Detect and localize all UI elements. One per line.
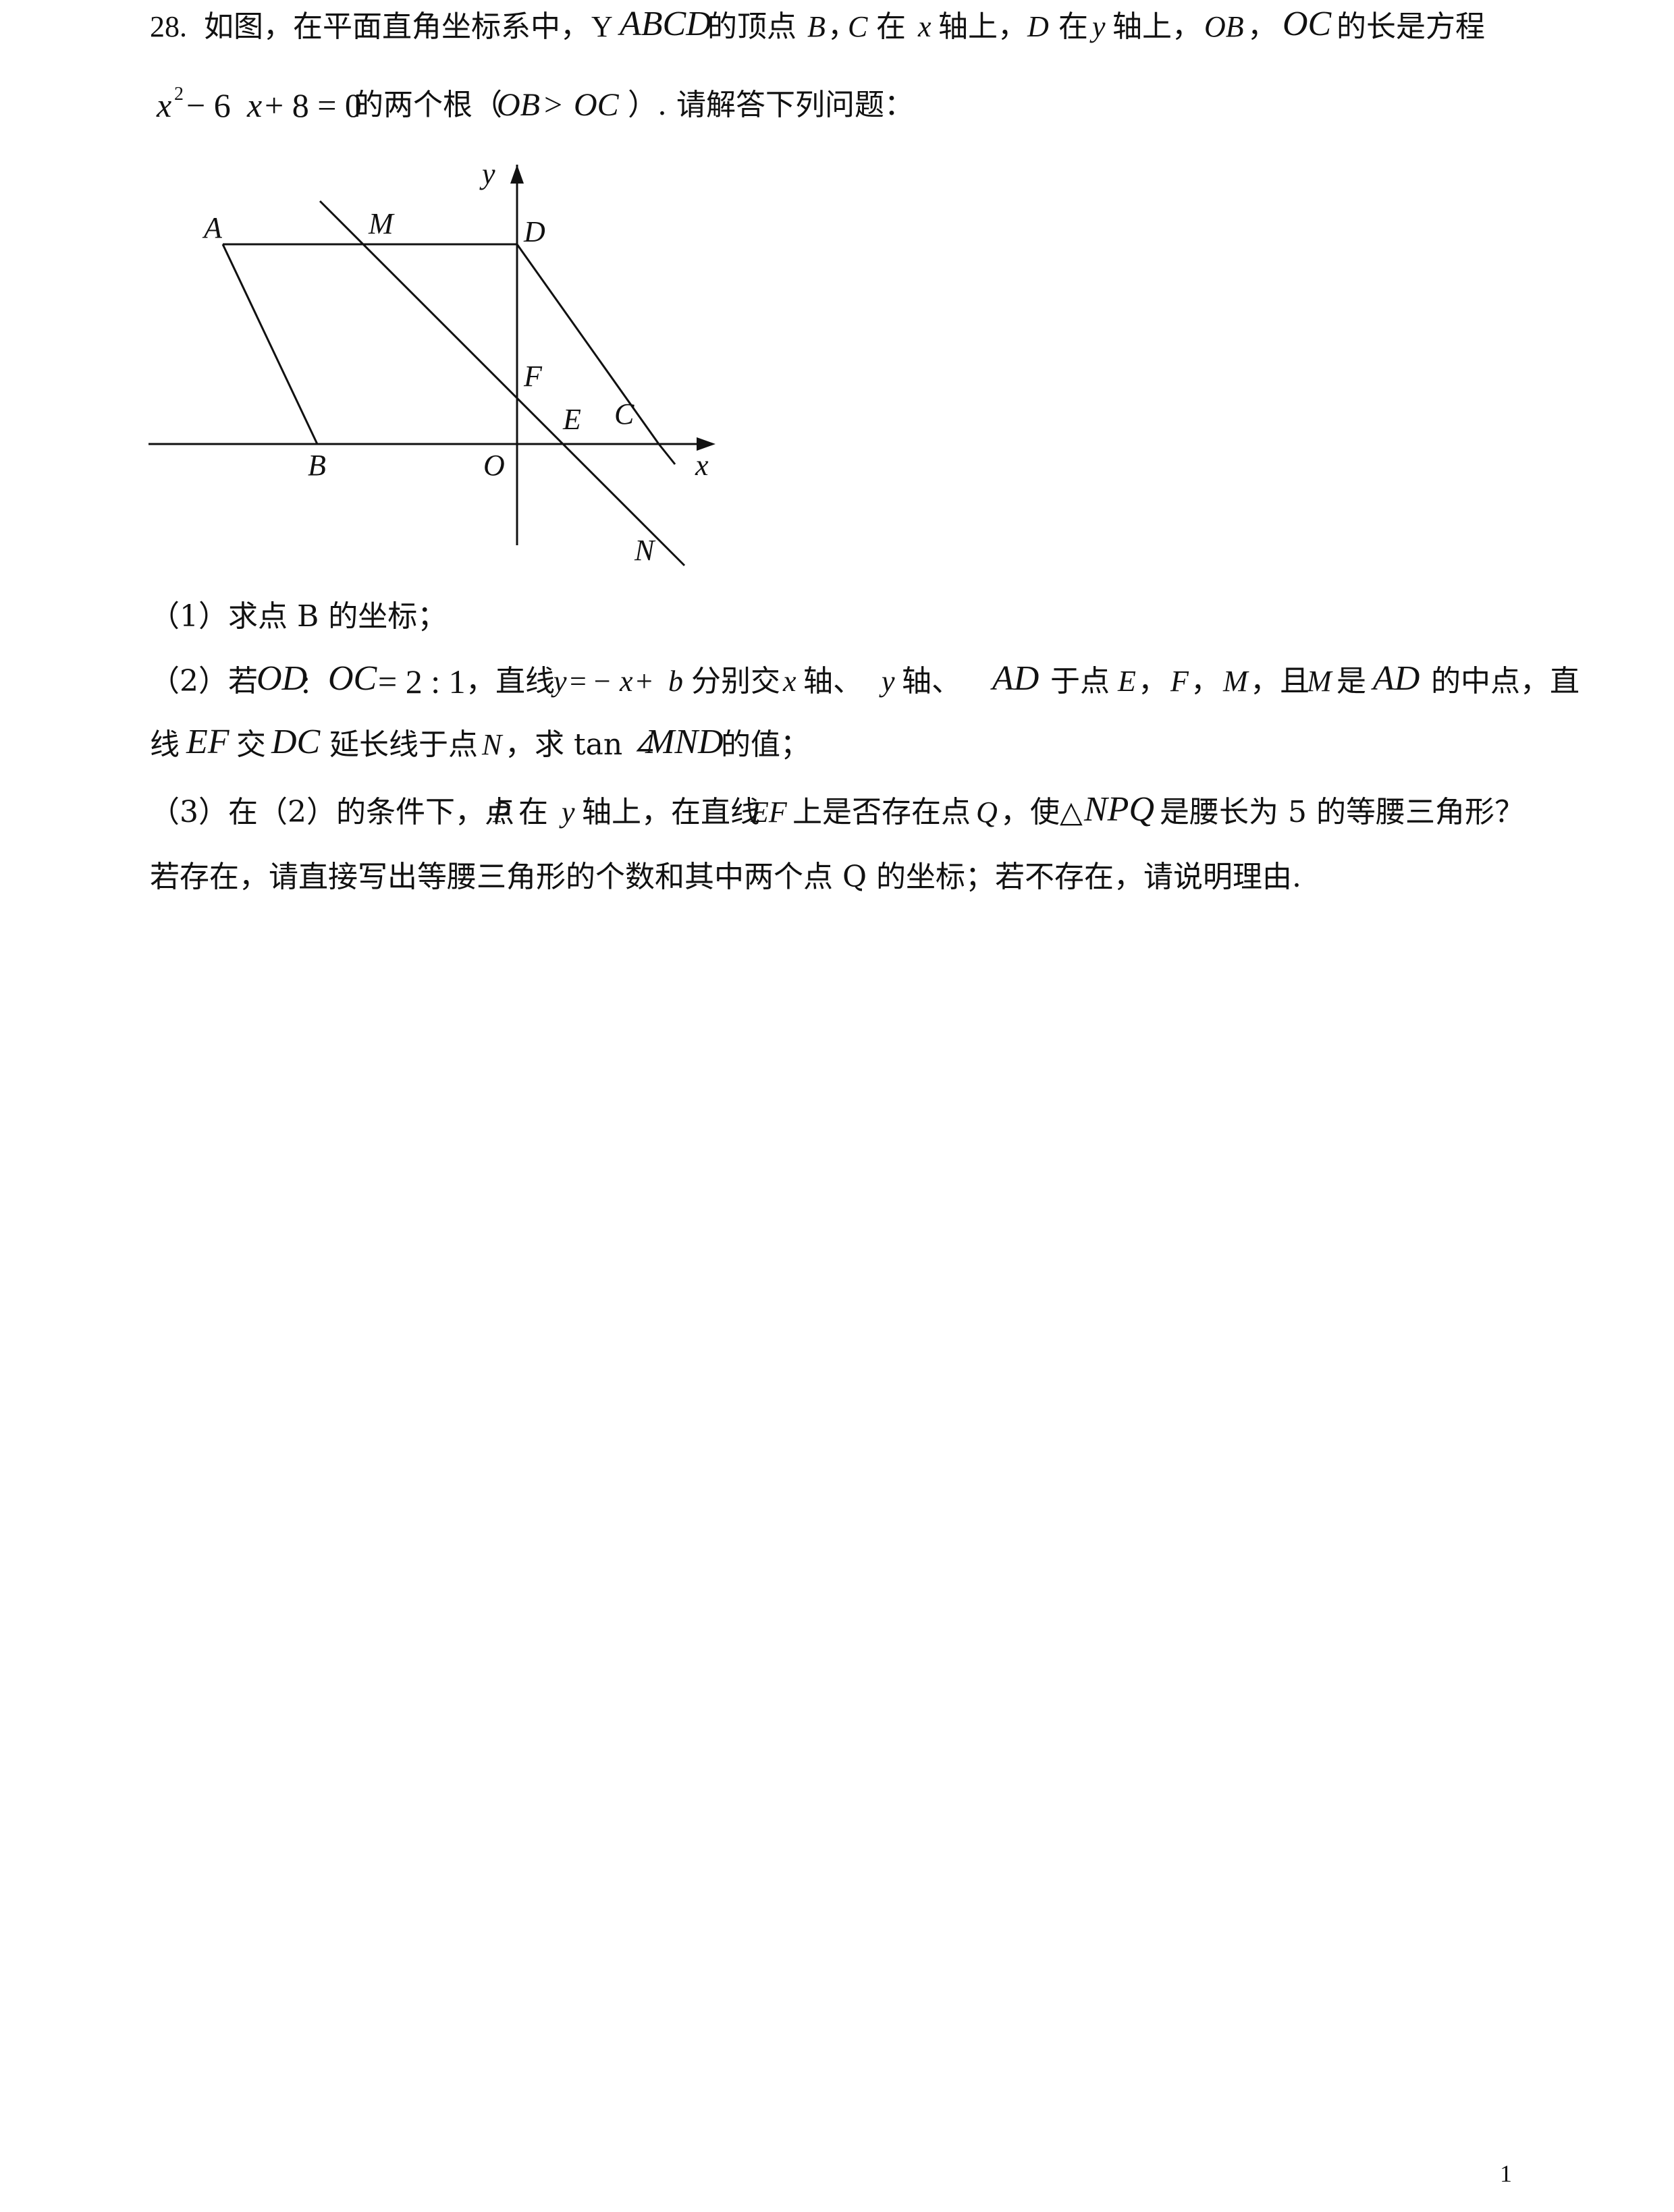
- page-number: 1: [1500, 2160, 1512, 2187]
- math-var: AD: [1373, 659, 1420, 698]
- math-var: Q: [976, 796, 998, 829]
- y-axis-arrow: [510, 165, 524, 184]
- label-D: D: [523, 215, 545, 248]
- label-B: B: [308, 449, 326, 482]
- math-var: x: [783, 665, 796, 698]
- math-var: P: [493, 796, 511, 829]
- part-3-text: 在: [518, 795, 548, 829]
- stem-text: 如图，在平面直角坐标系中，: [204, 9, 590, 44]
- math-var: y: [554, 665, 567, 698]
- math-var: NPQ: [1084, 790, 1154, 829]
- math-var: M: [1307, 665, 1332, 698]
- label-A: A: [202, 211, 223, 244]
- part-2-text: ，: [1191, 664, 1220, 698]
- part-2-text: 的中点，直: [1431, 664, 1580, 698]
- math-var: x: [157, 86, 172, 124]
- math-var: EF: [186, 723, 230, 761]
- math-var: OC: [328, 659, 377, 698]
- math-var: EF: [751, 796, 787, 829]
- part-3-text: 是腰长为 5 的等腰三角形？: [1160, 795, 1524, 829]
- line-dc-extension: [657, 443, 676, 465]
- stem-text: ）. 请解答下列问题：: [628, 88, 914, 122]
- label-F: F: [523, 360, 543, 393]
- math-text: >: [544, 87, 563, 123]
- part-2-text: ，直线: [466, 664, 555, 698]
- part-2-text: 轴、: [803, 664, 863, 698]
- math-var: OD: [256, 659, 308, 698]
- geometry-figure: A M D y F E C B O x N: [148, 157, 716, 567]
- part-2-text: 于点: [1050, 664, 1110, 698]
- part-2-text: 分别交: [691, 664, 780, 698]
- stem-text: ，: [1247, 9, 1277, 44]
- math-text: :: [301, 663, 310, 700]
- parallelogram-symbol: Y: [591, 10, 613, 43]
- label-M: M: [368, 207, 395, 240]
- part-1-text: （1）求点 B 的坐标；: [150, 599, 448, 634]
- label-O: O: [483, 449, 505, 482]
- stem-text: 轴上，: [1112, 9, 1202, 44]
- stem-text: 在: [876, 9, 906, 44]
- part-3-text: 上是否存在点: [792, 795, 971, 829]
- math-text: + 8 = 0: [265, 86, 362, 124]
- parallelogram-name: ABCD: [620, 5, 711, 43]
- part-3-text: ，使△: [1000, 795, 1083, 829]
- part-2-text: 交: [236, 727, 266, 762]
- math-var: C: [848, 10, 868, 43]
- math-var: DC: [271, 723, 321, 761]
- math-text: = 2 : 1: [378, 663, 466, 700]
- part-2-text: 延长线于点: [329, 727, 478, 762]
- stem-text: 的长是方程: [1336, 9, 1485, 44]
- math-var: AD: [992, 659, 1040, 698]
- math-var: x: [620, 665, 633, 698]
- math-var: E: [1118, 665, 1136, 698]
- part-3-text: （3）在（2）的条件下，点: [150, 795, 514, 829]
- part-2-text: ，求 tan ∠: [505, 727, 657, 762]
- parallelogram-abcd: [221, 243, 661, 445]
- math-var: M: [1223, 665, 1248, 698]
- label-x: x: [695, 449, 709, 482]
- math-var: D: [1027, 10, 1049, 43]
- math-var: B: [807, 10, 826, 43]
- part-2-text: （2）若: [150, 664, 258, 698]
- math-var: y: [882, 665, 895, 698]
- part-2-text: 的值；: [721, 727, 810, 762]
- stem-text: 的两个根（: [354, 88, 502, 122]
- label-y: y: [479, 157, 495, 190]
- part-2-text: ，: [1138, 664, 1168, 698]
- math-var: OB: [497, 87, 540, 123]
- math-var: F: [1170, 665, 1189, 698]
- math-var: y: [562, 796, 575, 829]
- stem-text: 在: [1058, 9, 1088, 44]
- part-3-text: 若存在，请直接写出等腰三角形的个数和其中两个点 Q 的坐标；若不存在，请说明理由…: [150, 860, 1302, 894]
- math-text: − 6: [186, 86, 231, 124]
- part-2-text: ，且: [1250, 664, 1310, 698]
- math-var: N: [482, 728, 502, 761]
- line-mn: [319, 200, 686, 567]
- math-var: b: [668, 665, 683, 698]
- math-var: OC: [1282, 5, 1332, 43]
- math-text: +: [636, 665, 653, 698]
- math-var: x: [918, 10, 932, 43]
- math-var: MND: [645, 723, 724, 761]
- part-2-text: 线: [150, 727, 180, 762]
- label-C: C: [614, 397, 634, 431]
- label-E: E: [562, 403, 581, 436]
- math-exponent: 2: [174, 84, 184, 105]
- part-2-text: 轴、: [902, 664, 961, 698]
- math-var: x: [247, 86, 263, 124]
- math-text: = −: [570, 665, 611, 698]
- question-number: 28.: [150, 10, 187, 43]
- part-3-text: 轴上，在直线: [582, 795, 760, 829]
- stem-text: 的顶点: [707, 9, 796, 44]
- part-2-text: 是: [1336, 664, 1366, 698]
- math-var: OC: [574, 87, 619, 123]
- math-var: OB: [1204, 10, 1244, 43]
- label-N: N: [634, 534, 656, 567]
- stem-text: 轴上，: [938, 9, 1027, 44]
- math-var: y: [1092, 10, 1106, 43]
